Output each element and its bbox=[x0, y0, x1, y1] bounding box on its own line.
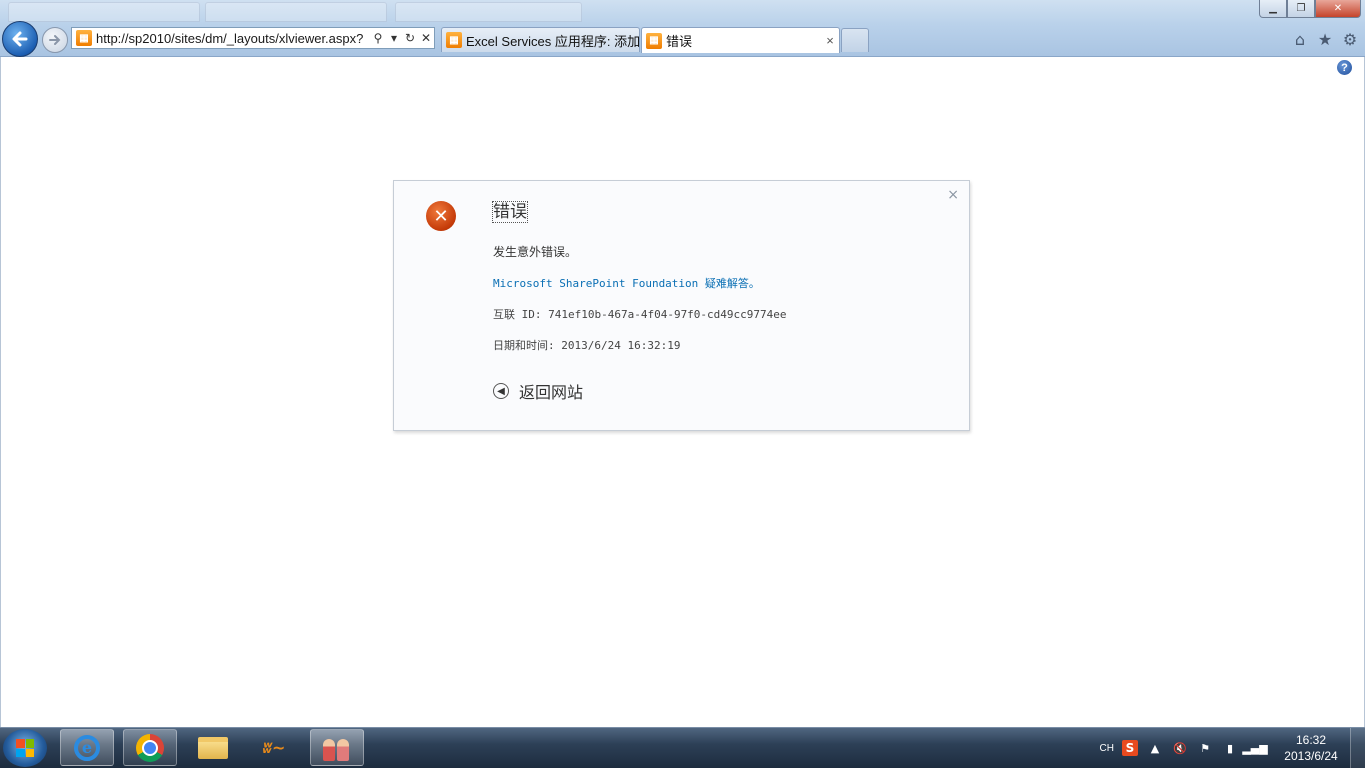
maximize-button[interactable]: ❐ bbox=[1287, 0, 1315, 18]
background-tab[interactable] bbox=[8, 2, 200, 22]
new-tab-button[interactable] bbox=[841, 28, 869, 52]
network-signal-icon[interactable]: ▂▄▆ bbox=[1242, 740, 1267, 756]
error-icon: ✕ bbox=[426, 201, 456, 231]
back-button[interactable] bbox=[2, 21, 38, 57]
tab-excel-services[interactable]: ▦ Excel Services 应用程序: 添加... bbox=[441, 27, 640, 52]
action-center-flag-icon[interactable]: ⚑ bbox=[1197, 740, 1213, 756]
tab-label: Excel Services 应用程序: 添加... bbox=[466, 33, 639, 49]
qq-icon bbox=[323, 735, 351, 761]
background-tab[interactable] bbox=[395, 2, 582, 22]
ie-icon: e bbox=[74, 734, 100, 761]
page-content: ? ✕ × 错误 发生意外错误。 Microsoft SharePoint Fo… bbox=[0, 57, 1365, 727]
background-tab[interactable] bbox=[205, 2, 387, 22]
tab-close-icon[interactable]: × bbox=[821, 33, 839, 48]
gear-icon[interactable]: ⚙ bbox=[1341, 30, 1359, 49]
minimize-button[interactable]: ▁ bbox=[1259, 0, 1287, 18]
sharepoint-favicon: ▦ bbox=[646, 32, 662, 49]
taskbar-chrome[interactable] bbox=[123, 729, 177, 766]
unicom-icon: ʬ~ bbox=[262, 738, 286, 757]
browser-tools: ⌂ ★ ⚙ bbox=[1291, 30, 1359, 49]
clock[interactable]: 16:32 2013/6/24 bbox=[1272, 732, 1350, 764]
dropdown-icon[interactable]: ▾ bbox=[386, 31, 402, 45]
sogou-ime-icon[interactable]: S bbox=[1122, 740, 1138, 756]
taskbar: e ʬ~ CH S ▲ 🔇 ⚑ ▮ ▂▄▆ 16:32 2013/6/24 bbox=[0, 727, 1365, 768]
system-tray: CH S ▲ 🔇 ⚑ ▮ ▂▄▆ 16:32 2013/6/24 bbox=[1100, 728, 1365, 768]
language-indicator[interactable]: CH bbox=[1100, 743, 1114, 754]
browser-chrome: ▁ ❐ ✕ ▦ http://sp2010/sites/dm/_layouts/… bbox=[0, 0, 1365, 57]
dialog-close-icon[interactable]: × bbox=[947, 187, 959, 203]
explorer-icon bbox=[198, 736, 228, 759]
back-arrow-icon bbox=[12, 31, 28, 47]
go-back-label: 返回网站 bbox=[519, 383, 584, 402]
forward-arrow-icon bbox=[49, 35, 61, 45]
power-icon[interactable]: ▮ bbox=[1222, 740, 1238, 756]
refresh-icon[interactable]: ↻ bbox=[402, 31, 418, 45]
troubleshoot-link[interactable]: Microsoft SharePoint Foundation 疑难解答。 bbox=[493, 275, 760, 291]
favorites-star-icon[interactable]: ★ bbox=[1316, 30, 1334, 49]
clock-time: 16:32 bbox=[1295, 733, 1327, 747]
chrome-icon bbox=[136, 733, 164, 762]
tab-label: 错误 bbox=[666, 34, 693, 49]
dialog-title: 错误 bbox=[492, 201, 528, 223]
stop-icon[interactable]: ✕ bbox=[418, 31, 434, 45]
tab-error[interactable]: ▦ 错误 × bbox=[641, 27, 840, 53]
taskbar-ie[interactable]: e bbox=[60, 729, 114, 766]
show-desktop-button[interactable] bbox=[1350, 728, 1365, 768]
home-icon[interactable]: ⌂ bbox=[1291, 30, 1309, 49]
address-bar[interactable]: ▦ http://sp2010/sites/dm/_layouts/xlview… bbox=[71, 27, 435, 49]
error-dialog: ✕ × 错误 发生意外错误。 Microsoft SharePoint Foun… bbox=[393, 180, 970, 431]
back-circle-arrow-icon: ◀ bbox=[493, 383, 509, 399]
sharepoint-favicon: ▦ bbox=[76, 30, 92, 46]
correlation-id: 互联 ID: 741ef10b-467a-4f04-97f0-cd49cc977… bbox=[493, 308, 787, 321]
show-hidden-icons-icon[interactable]: ▲ bbox=[1147, 740, 1163, 756]
help-icon[interactable]: ? bbox=[1337, 60, 1352, 75]
error-datetime: 日期和时间: 2013/6/24 16:32:19 bbox=[493, 339, 681, 352]
windows-logo-icon bbox=[16, 739, 34, 757]
taskbar-qq[interactable] bbox=[310, 729, 364, 766]
volume-muted-icon[interactable]: 🔇 bbox=[1172, 740, 1188, 756]
forward-button[interactable] bbox=[42, 27, 68, 53]
clock-date: 2013/6/24 bbox=[1284, 749, 1338, 763]
go-back-to-site-link[interactable]: ◀ 返回网站 bbox=[493, 379, 583, 403]
address-url[interactable]: http://sp2010/sites/dm/_layouts/xlviewer… bbox=[96, 31, 370, 46]
taskbar-unicom[interactable]: ʬ~ bbox=[247, 729, 301, 766]
search-icon[interactable]: ⚲ bbox=[370, 31, 386, 45]
background-windows bbox=[0, 0, 600, 22]
close-window-button[interactable]: ✕ bbox=[1315, 0, 1361, 18]
start-button[interactable] bbox=[3, 729, 47, 767]
error-message: 发生意外错误。 bbox=[493, 245, 578, 259]
window-controls: ▁ ❐ ✕ bbox=[1259, 0, 1361, 18]
sharepoint-favicon: ▦ bbox=[446, 32, 462, 48]
taskbar-explorer[interactable] bbox=[186, 729, 240, 766]
